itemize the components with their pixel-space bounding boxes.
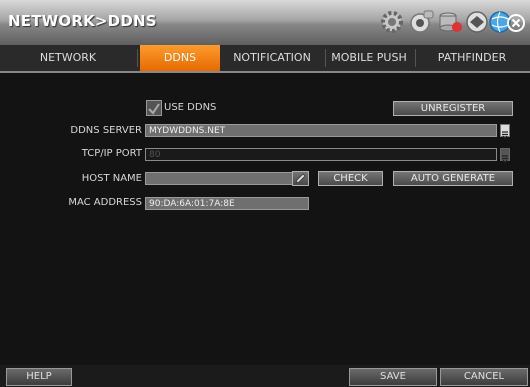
chevron-down-icon <box>502 131 508 140</box>
unregister-button[interactable]: UNREGISTER <box>393 101 513 116</box>
ddns-settings-panel: USE DDNS UNREGISTER DDNS SERVER MYDWDDNS… <box>0 73 530 363</box>
pencil-icon <box>295 173 306 184</box>
host-name-label: HOST NAME <box>81 173 142 184</box>
checkmark-icon <box>148 103 160 115</box>
gear-icon[interactable] <box>378 8 406 36</box>
tcp-ip-port-dropdown-button[interactable] <box>500 148 510 164</box>
tab-notification[interactable]: NOTIFICATION <box>222 45 322 71</box>
host-name-input[interactable] <box>145 172 308 185</box>
ddns-settings-window: NETWORK>DDNS NETWORK DDNS NOTIFICATION M… <box>0 0 530 387</box>
tab-bar: NETWORK DDNS NOTIFICATION MOBILE PUSH PA… <box>0 45 530 73</box>
check-button[interactable]: CHECK <box>318 171 383 186</box>
camera-icon[interactable] <box>408 8 436 36</box>
tab-ddns[interactable]: DDNS <box>140 45 220 71</box>
host-name-edit-button[interactable] <box>292 171 309 186</box>
cancel-button[interactable]: CANCEL <box>440 368 528 386</box>
tcp-ip-port-input[interactable]: 80 <box>145 148 497 161</box>
use-ddns-label: USE DDNS <box>164 102 217 113</box>
title-bar: NETWORK>DDNS <box>0 0 530 45</box>
ddns-server-select[interactable]: MYDWDDNS.NET <box>145 124 497 137</box>
tab-mobile-push[interactable]: MOBILE PUSH <box>327 45 411 71</box>
chevron-down-icon <box>502 155 508 164</box>
mac-address-field: 90:DA:6A:01:7A:8E <box>145 197 309 210</box>
save-button[interactable]: SAVE <box>349 368 437 386</box>
mac-address-label: MAC ADDRESS <box>68 197 142 208</box>
help-button[interactable]: HELP <box>6 368 72 386</box>
tab-pathfinder[interactable]: PATHFINDER <box>417 45 527 71</box>
tab-divider <box>325 49 326 67</box>
close-icon[interactable] <box>505 12 527 34</box>
auto-generate-button[interactable]: AUTO GENERATE <box>393 171 513 186</box>
ddns-server-dropdown-button[interactable] <box>500 124 510 140</box>
window-title: NETWORK>DDNS <box>8 12 157 30</box>
ddns-server-label: DDNS SERVER <box>70 125 142 136</box>
database-icon[interactable] <box>436 8 464 36</box>
tab-divider <box>415 49 416 67</box>
use-ddns-checkbox[interactable] <box>146 100 162 116</box>
tcp-ip-port-label: TCP/IP PORT <box>81 148 142 159</box>
tab-network[interactable]: NETWORK <box>8 45 128 71</box>
footer-bar: HELP SAVE CANCEL <box>0 365 530 387</box>
tab-divider <box>137 49 138 67</box>
